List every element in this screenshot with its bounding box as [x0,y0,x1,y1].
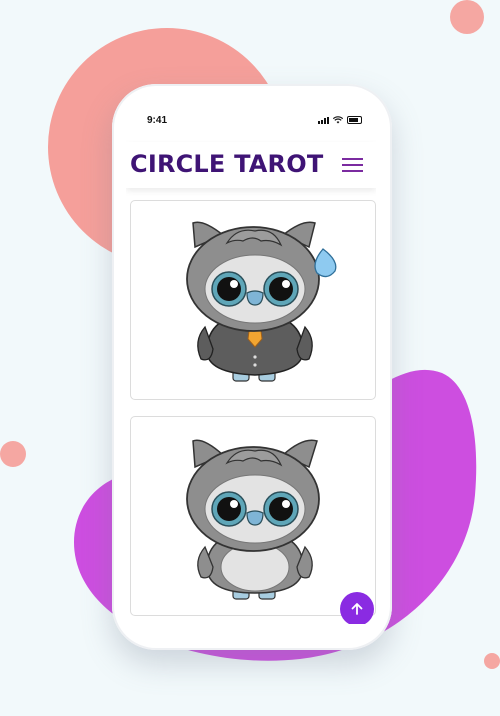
decorative-dot [0,441,26,467]
hamburger-menu-icon[interactable] [342,158,363,172]
owl-plain-illustration [186,439,320,600]
signal-icon [318,117,329,124]
decorative-dot [450,0,484,34]
scroll-to-top-button[interactable] [340,592,374,624]
arrow-up-icon [351,603,363,615]
app-header: CIRCLE TAROT [126,142,376,188]
owl-in-suit-sweating-illustration [186,221,337,382]
phone-screen: 9:41 CIRCLE TAROT [126,108,376,624]
status-bar: 9:41 [126,108,376,132]
app-title: CIRCLE TAROT [130,150,324,178]
status-time: 9:41 [147,115,168,126]
wifi-icon [333,116,343,124]
status-icons [318,116,362,124]
owl-card[interactable] [130,416,376,616]
battery-icon [347,116,362,124]
owl-card[interactable] [130,200,376,400]
decorative-dot [484,653,500,669]
